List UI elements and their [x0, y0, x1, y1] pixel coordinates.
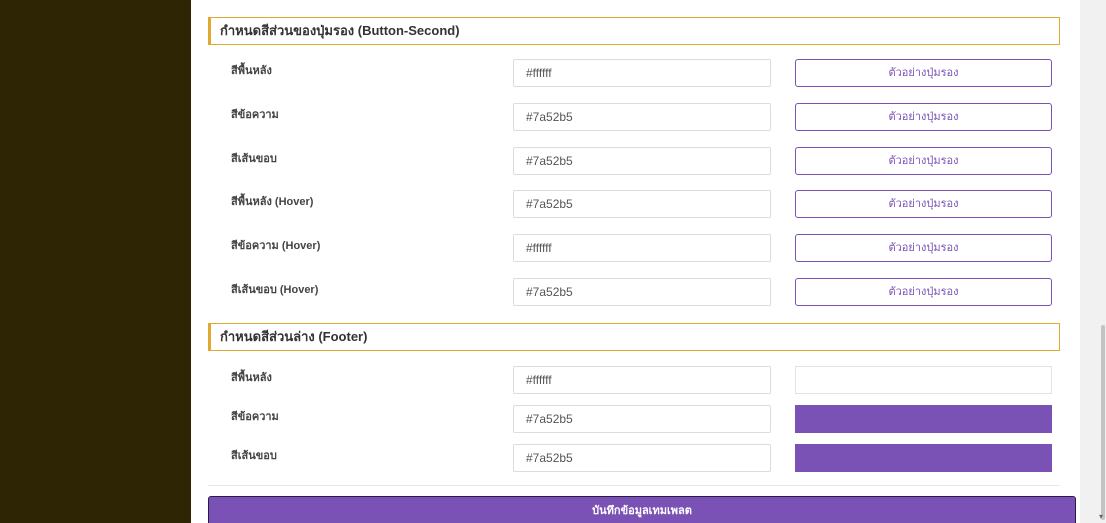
preview-button[interactable]: ตัวอย่างปุ่มรอง: [795, 190, 1052, 218]
preview-button[interactable]: ตัวอย่างปุ่มรอง: [795, 147, 1052, 175]
footer-row-text: สีข้อความ: [191, 405, 1080, 435]
color-input[interactable]: [513, 366, 771, 394]
preview-button[interactable]: ตัวอย่างปุ่มรอง: [795, 103, 1052, 131]
color-input[interactable]: [513, 278, 771, 306]
divider: [208, 485, 1060, 486]
color-input[interactable]: [513, 234, 771, 262]
color-row-bg: สีพื้นหลัง ตัวอย่างปุ่มรอง: [191, 59, 1080, 89]
color-input[interactable]: [513, 444, 771, 472]
color-input[interactable]: [513, 147, 771, 175]
sidebar: [0, 0, 191, 523]
section-header-button-second: กำหนดสีส่วนของปุ่มรอง (Button-Second): [208, 17, 1060, 45]
color-input[interactable]: [513, 405, 771, 433]
color-row-text-hover: สีข้อความ (Hover) ตัวอย่างปุ่มรอง: [191, 234, 1080, 264]
field-label: สีพื้นหลัง: [231, 372, 272, 384]
color-swatch: [795, 366, 1052, 394]
color-input[interactable]: [513, 103, 771, 131]
color-row-text: สีข้อความ ตัวอย่างปุ่มรอง: [191, 103, 1080, 133]
section-header-footer: กำหนดสีส่วนล่าง (Footer): [208, 323, 1060, 351]
field-label: สีเส้นขอบ: [231, 450, 277, 462]
field-label: สีพื้นหลัง (Hover): [231, 196, 314, 208]
footer-row-border: สีเส้นขอบ: [191, 444, 1080, 474]
preview-button[interactable]: ตัวอย่างปุ่มรอง: [795, 59, 1052, 87]
field-label: สีข้อความ: [231, 109, 279, 121]
section-title: กำหนดสีส่วนล่าง (Footer): [220, 329, 368, 344]
color-input[interactable]: [513, 59, 771, 87]
page-scrollbar[interactable]: ▾: [1080, 0, 1106, 523]
scrollbar-thumb[interactable]: [1101, 325, 1105, 520]
scroll-down-icon[interactable]: ▾: [1099, 512, 1103, 521]
color-row-border: สีเส้นขอบ ตัวอย่างปุ่มรอง: [191, 147, 1080, 177]
preview-button[interactable]: ตัวอย่างปุ่มรอง: [795, 234, 1052, 262]
field-label: สีพื้นหลัง: [231, 65, 272, 77]
color-swatch: [795, 444, 1052, 472]
field-label: สีเส้นขอบ (Hover): [231, 284, 319, 296]
field-label: สีเส้นขอบ: [231, 153, 277, 165]
section-title: กำหนดสีส่วนของปุ่มรอง (Button-Second): [220, 23, 460, 38]
color-input[interactable]: [513, 190, 771, 218]
main-content: กำหนดสีส่วนของปุ่มรอง (Button-Second) สี…: [191, 0, 1080, 523]
save-template-button[interactable]: บันทึกข้อมูลเทมเพลต: [208, 496, 1076, 523]
preview-button[interactable]: ตัวอย่างปุ่มรอง: [795, 278, 1052, 306]
color-row-border-hover: สีเส้นขอบ (Hover) ตัวอย่างปุ่มรอง: [191, 278, 1080, 308]
field-label: สีข้อความ (Hover): [231, 240, 321, 252]
footer-row-bg: สีพื้นหลัง: [191, 366, 1080, 396]
field-label: สีข้อความ: [231, 411, 279, 423]
color-row-bg-hover: สีพื้นหลัง (Hover) ตัวอย่างปุ่มรอง: [191, 190, 1080, 220]
color-swatch: [795, 405, 1052, 433]
